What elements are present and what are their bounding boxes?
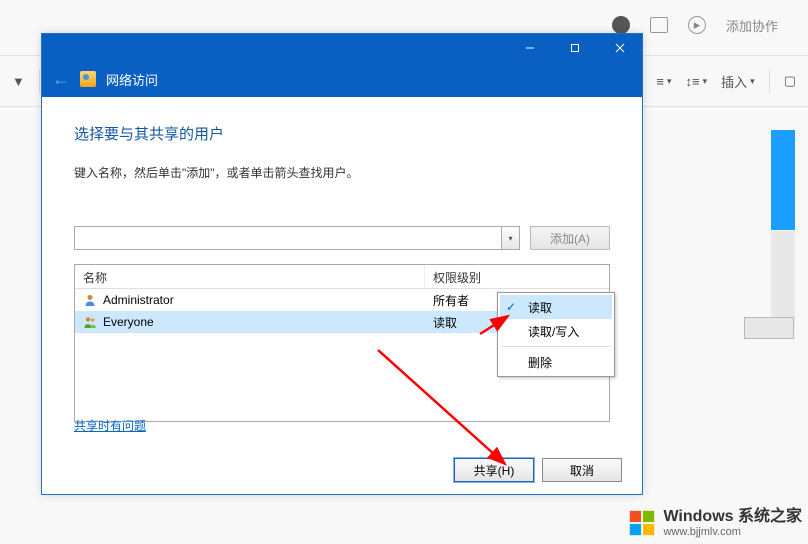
watermark-title: Windows 系统之家 <box>663 508 802 526</box>
back-arrow-icon[interactable]: ← <box>52 69 70 90</box>
watermark-url: www.bjjmlv.com <box>663 526 802 538</box>
titlebar <box>42 34 642 61</box>
menu-item-read[interactable]: ✓ 读取 <box>500 295 612 319</box>
menu-item-label: 读取/写入 <box>528 323 579 340</box>
menu-divider <box>502 346 610 347</box>
toolbar-item: ≡ ▾ <box>656 74 671 89</box>
menu-item-read-write[interactable]: 读取/写入 <box>500 319 612 343</box>
combo-dropdown-button[interactable]: ▾ <box>501 227 519 249</box>
background-button-hint <box>744 317 794 339</box>
user-name-input[interactable] <box>75 227 501 249</box>
list-header: 名称 权限级别 <box>75 265 609 289</box>
row-permission-text: 读取 <box>433 314 457 331</box>
play-icon: ▸ <box>688 16 706 34</box>
row-name-text: Everyone <box>103 315 154 329</box>
add-button[interactable]: 添加(A) <box>530 226 610 250</box>
close-button[interactable] <box>597 34 642 61</box>
permission-menu: ✓ 读取 读取/写入 删除 <box>497 292 615 377</box>
check-icon: ✓ <box>506 300 516 314</box>
maximize-button[interactable] <box>552 34 597 61</box>
menu-item-label: 删除 <box>528 354 552 371</box>
dialog-title: 网络访问 <box>106 70 158 89</box>
toolbar-item: ↕≡ ▾ <box>686 74 708 89</box>
minimize-button[interactable] <box>507 34 552 61</box>
share-button[interactable]: 共享(H) <box>454 458 534 482</box>
avatar-icon <box>612 16 630 34</box>
page-heading: 选择要与其共享的用户 <box>74 123 610 144</box>
network-access-dialog: ← 网络访问 选择要与其共享的用户 键入名称，然后单击"添加"，或者单击箭头查找… <box>41 33 643 495</box>
watermark: Windows 系统之家 www.bjjmlv.com <box>627 508 802 538</box>
menu-item-label: 读取 <box>528 299 552 316</box>
toolbar-insert: 插入 ▾ <box>721 72 755 91</box>
dialog-header: ← 网络访问 <box>42 61 642 97</box>
help-link[interactable]: 共享时有问题 <box>74 417 146 434</box>
windows-logo-icon <box>627 508 657 538</box>
collab-label: 添加协作 <box>726 16 778 35</box>
toolbar-icon: ▢ <box>784 73 796 89</box>
group-icon <box>83 315 97 329</box>
network-access-icon <box>80 71 96 87</box>
background-panel-blue <box>771 130 795 230</box>
chat-icon <box>650 17 668 33</box>
filter-icon: ▼ <box>12 74 25 89</box>
column-permission[interactable]: 权限级别 <box>425 265 609 288</box>
row-name-text: Administrator <box>103 293 174 307</box>
cancel-button[interactable]: 取消 <box>542 458 622 482</box>
background-panel-gray <box>771 231 795 331</box>
instruction-text: 键入名称，然后单击"添加"，或者单击箭头查找用户。 <box>74 164 610 181</box>
row-permission-text: 所有者 <box>433 292 469 309</box>
user-icon <box>83 293 97 307</box>
menu-item-delete[interactable]: 删除 <box>500 350 612 374</box>
column-name[interactable]: 名称 <box>75 265 425 288</box>
user-name-combo[interactable]: ▾ <box>74 226 520 250</box>
